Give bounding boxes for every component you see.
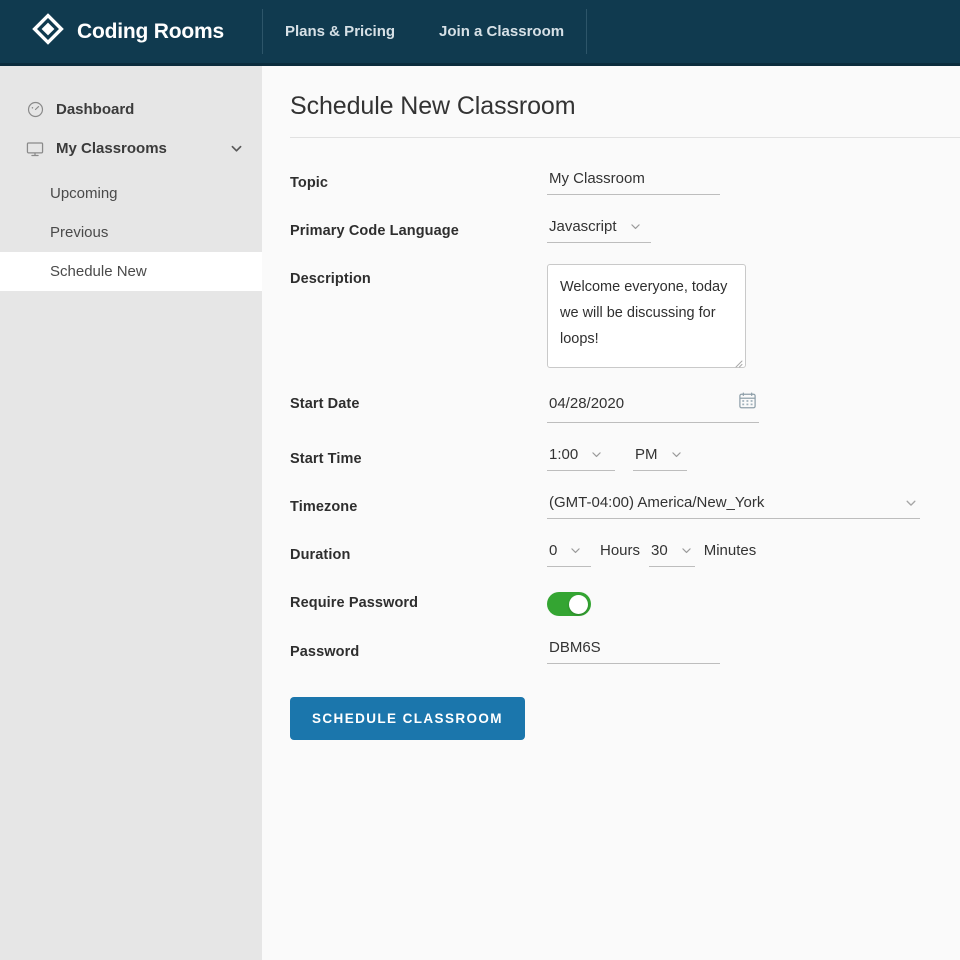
chevron-down-icon[interactable] [229,141,244,156]
start-time-label: Start Time [290,444,547,467]
sidebar-item-previous[interactable]: Previous [0,213,262,252]
description-label: Description [290,264,547,287]
start-date-input[interactable]: 04/28/2020 [547,389,759,423]
form-row-password: Password [290,637,960,664]
start-date-value: 04/28/2020 [549,395,624,412]
nav-link-join-a-classroom[interactable]: Join a Classroom [417,23,586,40]
sidebar-subitem-label: Previous [50,224,108,241]
nav-link-plans-and-pricing[interactable]: Plans & Pricing [263,23,417,40]
sidebar-item-schedule-new[interactable]: Schedule New [0,252,262,291]
sidebar-item-dashboard[interactable]: Dashboard [0,90,262,129]
diamond-logo-icon [32,13,64,50]
duration-hours-value: 0 [549,542,557,559]
top-navbar: Coding Rooms Plans & Pricing Join a Clas… [0,0,960,66]
form-row-timezone: Timezone (GMT-04:00) America/New_York [290,492,960,519]
primary-code-language-value: Javascript [549,218,617,235]
timezone-label: Timezone [290,492,547,515]
start-time-meridiem-value: PM [635,446,658,463]
primary-code-language-label: Primary Code Language [290,216,547,239]
sidebar: Dashboard My Classrooms Upcoming Pr [0,66,262,960]
sidebar-item-label: Dashboard [56,102,134,117]
timezone-value: (GMT-04:00) America/New_York [549,494,764,511]
form-row-submit: SCHEDULE CLASSROOM [290,685,960,740]
require-password-toggle[interactable] [547,592,591,616]
chevron-down-icon [680,544,693,557]
description-textarea[interactable] [547,264,746,368]
gauge-icon [26,101,44,119]
form-row-primary-code-language: Primary Code Language Javascript [290,216,960,243]
navbar-links: Plans & Pricing Join a Classroom [262,0,587,63]
duration-hours-select[interactable]: 0 [547,540,591,567]
main-content: Schedule New Classroom Topic Primary Cod… [262,66,960,960]
duration-minutes-unit: Minutes [695,542,766,567]
sidebar-item-my-classrooms[interactable]: My Classrooms [0,129,262,168]
brand-name: Coding Rooms [77,20,224,44]
monitor-icon [26,140,44,158]
start-time-meridiem-select[interactable]: PM [633,444,687,471]
start-time-hour-value: 1:00 [549,446,578,463]
page-title: Schedule New Classroom [290,66,960,138]
chevron-down-icon [629,220,642,233]
form-row-start-time: Start Time 1:00 P [290,444,960,471]
require-password-label: Require Password [290,588,547,611]
duration-minutes-select[interactable]: 30 [649,540,695,567]
duration-label: Duration [290,540,547,563]
navbar-divider-right [586,9,587,54]
duration-hours-unit: Hours [591,542,649,567]
schedule-classroom-form: Topic Primary Code Language Javascript [290,138,960,740]
start-date-label: Start Date [290,389,547,412]
sidebar-item-label: My Classrooms [56,141,167,156]
topic-input[interactable] [547,168,720,195]
form-row-duration: Duration 0 Hours 3 [290,540,960,567]
primary-code-language-select[interactable]: Javascript [547,216,651,243]
topic-label: Topic [290,168,547,191]
sidebar-item-upcoming[interactable]: Upcoming [0,174,262,213]
sidebar-subitem-label: Upcoming [50,185,118,202]
chevron-down-icon [670,448,683,461]
chevron-down-icon [590,448,603,461]
timezone-select[interactable]: (GMT-04:00) America/New_York [547,492,920,519]
password-label: Password [290,637,547,660]
form-row-description: Description [290,264,960,368]
form-row-start-date: Start Date 04/28/2020 [290,389,960,423]
toggle-knob [569,595,588,614]
password-input[interactable] [547,637,720,664]
sidebar-subitem-label: Schedule New [50,263,147,280]
duration-minutes-value: 30 [651,542,668,559]
schedule-classroom-button[interactable]: SCHEDULE CLASSROOM [290,697,525,740]
form-row-require-password: Require Password [290,588,960,616]
chevron-down-icon [569,544,582,557]
page-body: Dashboard My Classrooms Upcoming Pr [0,66,960,960]
form-row-topic: Topic [290,168,960,195]
start-time-hour-select[interactable]: 1:00 [547,444,615,471]
brand-logo-link[interactable]: Coding Rooms [0,13,262,50]
chevron-down-icon [904,496,918,510]
calendar-icon[interactable] [738,391,757,415]
